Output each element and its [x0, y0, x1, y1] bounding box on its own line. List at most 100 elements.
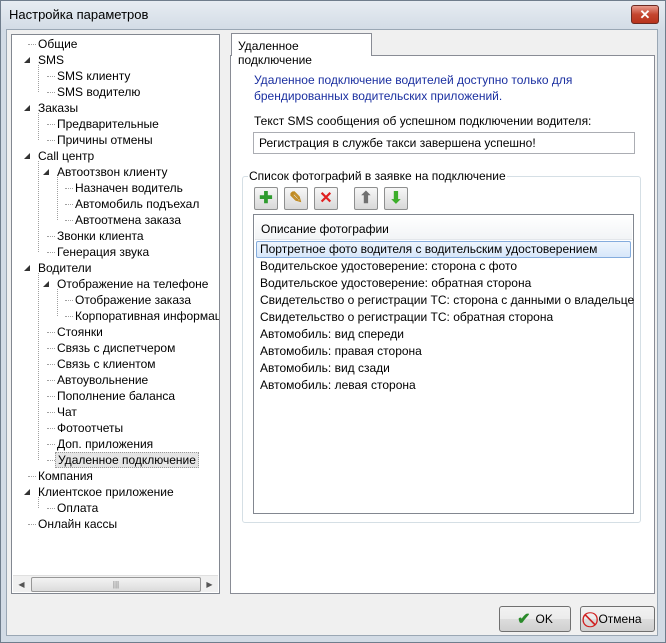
tree-item[interactable]: SMS	[36, 52, 66, 68]
tree-connector	[47, 124, 55, 125]
tree-connector	[47, 428, 55, 429]
close-icon: ✕	[639, 7, 651, 22]
tree-item[interactable]: Оплата	[55, 500, 100, 516]
tree-item[interactable]: Общие	[36, 36, 79, 52]
tree-item[interactable]: Отображение заказа	[73, 292, 193, 308]
tree-connector	[28, 476, 36, 477]
tree-item[interactable]: SMS клиенту	[55, 68, 132, 84]
tree-item[interactable]: Автомобиль подъехал	[73, 196, 201, 212]
photo-list-item[interactable]: Автомобиль: вид спереди	[256, 326, 631, 343]
photos-group-label: Список фотографий в заявке на подключени…	[248, 169, 507, 183]
photo-list-item[interactable]: Автомобиль: левая сторона	[256, 377, 631, 394]
settings-tree[interactable]: ◀ ||| ▶ Общие SMS SMS клиенту SMS водителю З…	[11, 34, 220, 594]
tree-item[interactable]: Генерация звука	[55, 244, 151, 260]
tree-item[interactable]: Автоотмена заказа	[73, 212, 183, 228]
sms-label: Текст SMS сообщения об успешном подключе…	[254, 114, 592, 128]
tree-connector	[57, 177, 58, 220]
delete-x-icon: ✕	[319, 190, 333, 207]
expand-arrow-icon[interactable]	[24, 265, 30, 271]
tree-connector	[47, 364, 55, 365]
tree-item[interactable]: Чат	[55, 404, 79, 420]
expand-arrow-icon[interactable]	[43, 281, 49, 287]
tree-item[interactable]: Автоотзвон клиенту	[55, 164, 169, 180]
tree-connector	[47, 252, 55, 253]
tree-connector	[47, 348, 55, 349]
expand-arrow-icon[interactable]	[43, 169, 49, 175]
tree-item[interactable]: Звонки клиента	[55, 228, 146, 244]
close-button[interactable]: ✕	[631, 5, 659, 24]
photo-list-item[interactable]: Автомобиль: вид сзади	[256, 360, 631, 377]
tree-connector	[65, 316, 73, 317]
column-header-description[interactable]: Описание фотографии	[255, 216, 632, 240]
photo-list-item[interactable]: Свидетельство о регистрации ТС: сторона …	[256, 292, 634, 309]
scroll-right-icon[interactable]: ▶	[201, 576, 218, 593]
tree-connector	[28, 44, 36, 45]
expand-arrow-icon[interactable]	[24, 153, 30, 159]
tree-item[interactable]: Автоувольнение	[55, 372, 150, 388]
scroll-left-icon[interactable]: ◀	[13, 576, 30, 593]
tree-item[interactable]: Назначен водитель	[73, 180, 185, 196]
photo-list-item[interactable]: Свидетельство о регистрации ТС: обратная…	[256, 309, 631, 326]
tree-item[interactable]: Удаленное подключение	[55, 452, 199, 468]
tree-connector	[47, 332, 55, 333]
expand-arrow-icon[interactable]	[24, 489, 30, 495]
scroll-thumb[interactable]: |||	[31, 577, 201, 592]
expand-arrow-icon[interactable]	[24, 105, 30, 111]
tree-connector	[38, 497, 39, 508]
info-text-line1: Удаленное подключение водителей доступно…	[254, 73, 573, 87]
sms-text-input[interactable]: Регистрация в службе такси завершена усп…	[253, 132, 635, 154]
tree-item[interactable]: Причины отмены	[55, 132, 155, 148]
tree-item[interactable]: Стоянки	[55, 324, 105, 340]
tree-connector	[47, 444, 55, 445]
tree-item[interactable]: Водители	[36, 260, 93, 276]
tree-item[interactable]: Пополнение баланса	[55, 388, 177, 404]
edit-button[interactable]: ✎	[284, 187, 308, 210]
tree-item[interactable]: Компания	[36, 468, 95, 484]
pencil-icon: ✎	[289, 190, 303, 207]
tree-connector	[65, 188, 73, 189]
tree-item[interactable]: Call центр	[36, 148, 96, 164]
tree-item[interactable]: Клиентское приложение	[36, 484, 176, 500]
photo-list-item[interactable]: Автомобиль: правая сторона	[256, 343, 631, 360]
tree-connector	[38, 273, 39, 460]
tree-item[interactable]: Фотоотчеты	[55, 420, 125, 436]
horizontal-scrollbar[interactable]: ◀ ||| ▶	[13, 575, 218, 592]
tree-item[interactable]: Онлайн кассы	[36, 516, 119, 532]
move-up-button[interactable]: ⬆	[354, 187, 378, 210]
tree-connector	[47, 396, 55, 397]
move-down-button[interactable]: ⬇	[384, 187, 408, 210]
photo-list-item[interactable]: Портретное фото водителя с водительским …	[256, 241, 631, 258]
tree-item[interactable]: Отображение на телефоне	[55, 276, 210, 292]
tree-connector	[38, 113, 39, 140]
tree-connector	[38, 161, 39, 252]
tree-connector	[38, 65, 39, 92]
tree-connector	[65, 300, 73, 301]
cancel-button[interactable]: ⃠ Отмена	[580, 606, 655, 632]
window-title: Настройка параметров	[9, 7, 149, 22]
tree-connector	[65, 204, 73, 205]
plus-icon: ✚	[259, 190, 273, 207]
tree-item[interactable]: Связь с клиентом	[55, 356, 158, 372]
arrow-up-icon: ⬆	[359, 190, 373, 207]
ok-button[interactable]: ✔ OK	[499, 606, 571, 632]
info-text-line2: брендированных водительских приложений.	[254, 89, 503, 103]
tree-item[interactable]: Доп. приложения	[55, 436, 155, 452]
photo-list-item[interactable]: Водительское удостоверение: обратная сто…	[256, 275, 631, 292]
tree-connector	[28, 524, 36, 525]
tab-remote-connection[interactable]: Удаленное подключение	[231, 33, 372, 67]
add-button[interactable]: ✚	[254, 187, 278, 210]
cancel-label: Отмена	[598, 612, 642, 626]
tree-item[interactable]: SMS водителю	[55, 84, 142, 100]
tree-item[interactable]: Заказы	[36, 100, 80, 116]
tree-item[interactable]: Предварительные	[55, 116, 161, 132]
photos-list[interactable]: Описание фотографии Портретное фото води…	[253, 214, 634, 514]
photo-list-item[interactable]: Водительское удостоверение: сторона с фо…	[256, 258, 631, 275]
tree-connector	[57, 289, 58, 316]
tree-connector	[65, 220, 73, 221]
delete-button[interactable]: ✕	[314, 187, 338, 210]
tree-item[interactable]: Связь с диспетчером	[55, 340, 177, 356]
arrow-down-icon: ⬇	[389, 190, 403, 207]
tree-item[interactable]: Корпоративная информаци	[73, 308, 219, 324]
checkmark-icon: ✔	[517, 611, 531, 628]
expand-arrow-icon[interactable]	[24, 57, 30, 63]
